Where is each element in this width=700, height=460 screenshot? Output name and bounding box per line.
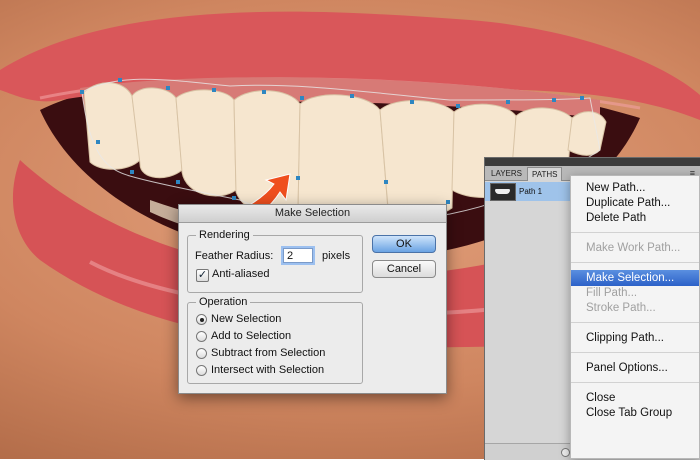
subtract-from-selection-radio[interactable]: [196, 348, 207, 359]
menu-item-make-work-path[interactable]: Make Work Path...: [571, 240, 699, 256]
new-selection-radio[interactable]: [196, 314, 207, 325]
rendering-group: Rendering Feather Radius: 2 pixels ✓ Ant…: [187, 229, 363, 293]
menu-item-clipping-path[interactable]: Clipping Path...: [571, 330, 699, 346]
menu-separator: [571, 262, 699, 263]
menu-item-close[interactable]: Close: [571, 390, 699, 406]
menu-separator: [571, 382, 699, 383]
menu-item-fill-path[interactable]: Fill Path...: [571, 285, 699, 301]
anti-aliased-checkbox[interactable]: ✓: [196, 269, 209, 282]
dialog-title: Make Selection: [179, 205, 446, 223]
paths-panel-menu: New Path... Duplicate Path... Delete Pat…: [570, 175, 700, 459]
add-to-selection-label: Add to Selection: [211, 330, 292, 342]
fill-path-icon[interactable]: [561, 448, 570, 457]
tab-paths[interactable]: PATHS: [527, 167, 563, 181]
menu-item-close-tab-group[interactable]: Close Tab Group: [571, 405, 699, 421]
menu-item-delete-path[interactable]: Delete Path: [571, 210, 699, 226]
make-selection-dialog: Make Selection Rendering Feather Radius:…: [178, 204, 447, 394]
intersect-with-selection-label: Intersect with Selection: [211, 364, 325, 376]
ok-button[interactable]: OK: [372, 235, 436, 253]
operation-group: Operation New Selection Add to Selection…: [187, 296, 363, 384]
menu-item-panel-options[interactable]: Panel Options...: [571, 360, 699, 376]
anti-aliased-label: Anti-aliased: [212, 268, 270, 280]
path-thumbnail-icon: [490, 183, 516, 201]
rendering-group-label: Rendering: [196, 229, 253, 241]
cancel-button[interactable]: Cancel: [372, 260, 436, 278]
menu-separator: [571, 322, 699, 323]
menu-item-duplicate-path[interactable]: Duplicate Path...: [571, 195, 699, 211]
tab-layers[interactable]: LAYERS: [487, 167, 526, 180]
new-selection-label: New Selection: [211, 313, 282, 325]
feather-radius-input[interactable]: 2: [283, 248, 313, 263]
menu-separator: [571, 352, 699, 353]
path-name: Path 1: [519, 187, 543, 196]
menu-item-new-path[interactable]: New Path...: [571, 180, 699, 196]
add-to-selection-radio[interactable]: [196, 331, 207, 342]
panel-title-bar[interactable]: [485, 158, 700, 166]
feather-radius-label: Feather Radius:: [195, 250, 274, 262]
operation-group-label: Operation: [196, 296, 251, 308]
feather-unit-label: pixels: [322, 250, 351, 262]
intersect-with-selection-radio[interactable]: [196, 365, 207, 376]
menu-separator: [571, 232, 699, 233]
subtract-from-selection-label: Subtract from Selection: [211, 347, 326, 359]
menu-item-make-selection[interactable]: Make Selection...: [571, 270, 699, 286]
menu-item-stroke-path[interactable]: Stroke Path...: [571, 300, 699, 316]
